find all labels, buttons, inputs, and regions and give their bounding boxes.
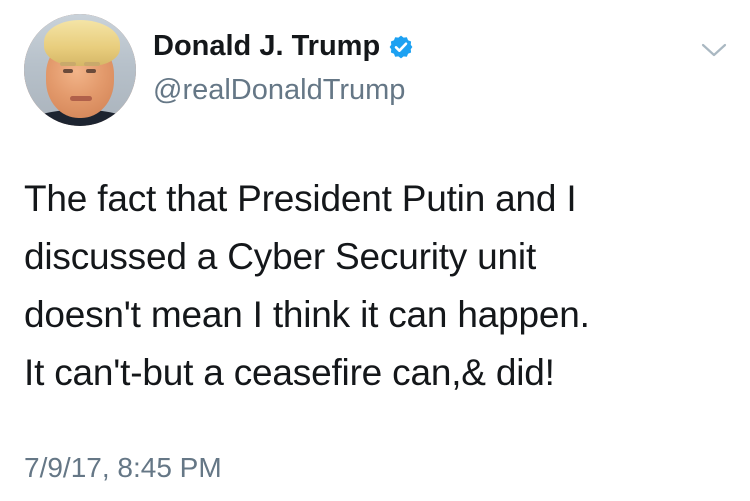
author-name-row[interactable]: Donald J. Trump — [153, 30, 414, 63]
tweet-text: The fact that President Putin and I disc… — [24, 178, 590, 393]
chevron-down-icon[interactable] — [700, 40, 728, 60]
avatar-eye — [86, 69, 96, 73]
avatar[interactable] — [24, 14, 136, 126]
avatar-brow — [84, 62, 100, 66]
author-name[interactable]: Donald J. Trump — [153, 30, 380, 63]
tweet-card: Donald J. Trump @realDonaldTrump The fac… — [0, 0, 750, 501]
avatar-brow — [60, 62, 76, 66]
avatar-mouth — [70, 96, 92, 101]
verified-badge-icon — [389, 35, 413, 58]
tweet-timestamp[interactable]: 7/9/17, 8:45 PM — [24, 452, 222, 484]
avatar-hair — [44, 20, 120, 66]
avatar-eye — [63, 69, 73, 73]
author-handle[interactable]: @realDonaldTrump — [153, 74, 405, 107]
